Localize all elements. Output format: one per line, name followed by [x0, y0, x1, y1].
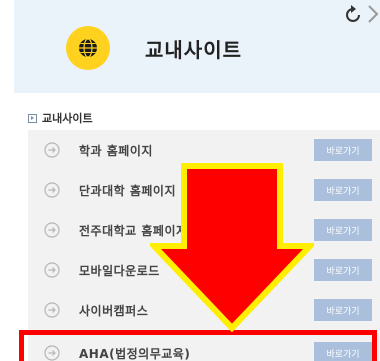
- shortcut-button[interactable]: 바로가기: [314, 259, 372, 281]
- circle-arrow-icon: [44, 302, 60, 318]
- list-item-label: 모바일다운로드: [79, 264, 160, 278]
- shortcut-button[interactable]: 바로가기: [314, 219, 372, 241]
- shortcut-button[interactable]: 바로가기: [314, 139, 372, 161]
- circle-arrow-icon: [44, 222, 60, 238]
- header-banner: 교내사이트: [14, 0, 380, 93]
- circle-arrow-icon: [44, 182, 60, 198]
- globe-icon: [66, 26, 110, 70]
- refresh-icon[interactable]: [342, 4, 364, 26]
- bullet-icon: [28, 113, 37, 123]
- page-title: 교내사이트: [145, 38, 242, 62]
- chevron-right-icon[interactable]: [366, 2, 380, 26]
- highlight-box: [19, 330, 377, 361]
- section-heading-label: 교내사이트: [42, 112, 93, 125]
- shortcut-button[interactable]: 바로가기: [314, 299, 372, 321]
- circle-arrow-icon: [44, 142, 60, 158]
- down-arrow-icon: [150, 163, 314, 332]
- list-item-label: 학과 홈페이지: [79, 144, 153, 158]
- section-heading: 교내사이트: [28, 110, 93, 126]
- list-item-label: 사이버캠퍼스: [79, 304, 149, 318]
- circle-arrow-icon: [44, 262, 60, 278]
- shortcut-button[interactable]: 바로가기: [314, 179, 372, 201]
